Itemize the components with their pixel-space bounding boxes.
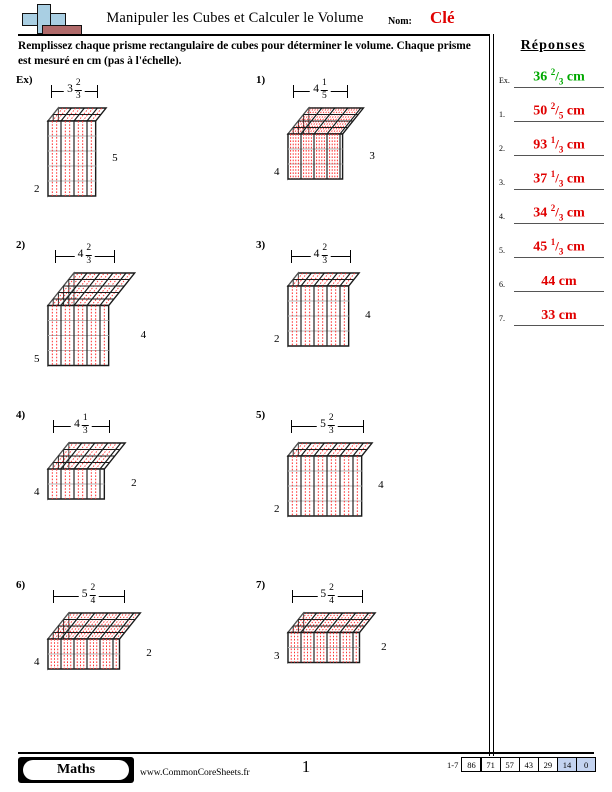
answer-row: 7. 33 cm bbox=[497, 296, 609, 326]
depth-label: 2 bbox=[274, 333, 280, 345]
instructions-text: Remplissez chaque prisme rectangulaire d… bbox=[18, 40, 471, 67]
rectangular-prism bbox=[8, 74, 248, 239]
answer-row: 3. 37 1/3 cm bbox=[497, 160, 609, 190]
answer-row: Ex. 36 2/3 cm bbox=[497, 58, 609, 88]
problem-7: 7) 5 2 4 2 3 bbox=[248, 579, 488, 744]
depth-label: 4 bbox=[274, 166, 280, 178]
problem-1: 1) 4 1 5 3 4 bbox=[248, 74, 488, 239]
answer-row: 2. 93 1/3 cm bbox=[497, 126, 609, 156]
depth-label: 3 bbox=[274, 649, 280, 662]
column-divider-left bbox=[489, 34, 490, 756]
name-label: Nom: bbox=[388, 16, 412, 27]
answer-value: 37 1/3 cm bbox=[533, 168, 585, 188]
answer-value: 36 2/3 cm bbox=[533, 66, 585, 86]
page-header: Manipuler les Cubes et Calculer le Volum… bbox=[0, 0, 612, 36]
answer-value: 34 2/3 cm bbox=[533, 202, 585, 222]
footer-divider-tick bbox=[489, 737, 495, 753]
answer-underline bbox=[514, 155, 604, 156]
answer-underline bbox=[514, 189, 604, 190]
problems-area: Ex) 3 2 3 5 2 1) 4 1 5 3 4 2) 4 2 3 4 5 3) 4 2 3 4 2 4) 4 1 3 2 4 5) 5 2… bbox=[0, 74, 489, 734]
answer-value: 45 1/3 cm bbox=[533, 236, 585, 256]
score-scale: 1-7 86 71 57 43 29 14 0 bbox=[447, 757, 597, 772]
depth-label: 2 bbox=[34, 183, 40, 195]
height-label: 2 bbox=[146, 647, 152, 659]
score-box: 86 bbox=[461, 757, 482, 772]
answer-index: 1. bbox=[499, 110, 505, 119]
prism-drawing bbox=[46, 106, 108, 198]
height-label: 2 bbox=[381, 640, 387, 653]
answer-index: 5. bbox=[499, 246, 505, 255]
prism-drawing bbox=[46, 441, 127, 501]
answer-value: 93 1/3 cm bbox=[533, 134, 585, 154]
header-rule bbox=[18, 34, 490, 36]
answer-underline bbox=[514, 223, 604, 224]
answer-underline bbox=[514, 325, 604, 326]
footer-rule bbox=[18, 752, 594, 754]
score-range: 1-7 bbox=[447, 759, 459, 770]
worksheet-page: Manipuler les Cubes et Calculer le Volum… bbox=[0, 0, 612, 792]
problem-6: 6) 5 2 4 2 4 bbox=[8, 579, 248, 744]
answer-value: 50 2/5 cm bbox=[533, 100, 585, 120]
problem-5: 5) 5 2 3 4 2 bbox=[248, 409, 488, 574]
rectangular-prism bbox=[248, 579, 488, 744]
score-box: 0 bbox=[576, 757, 597, 772]
height-label: 2 bbox=[131, 477, 137, 489]
answer-underline bbox=[514, 87, 604, 88]
height-label: 3 bbox=[369, 149, 375, 162]
answer-row: 1. 50 2/5 cm bbox=[497, 92, 609, 122]
answer-underline bbox=[514, 257, 604, 258]
answer-underline bbox=[514, 121, 604, 122]
problem-2: 2) 4 2 3 4 5 bbox=[8, 239, 248, 404]
rectangular-prism bbox=[8, 409, 248, 574]
answers-column: Réponses Ex. 36 2/3 cm 1. 50 2/5 cm 2. 93 1/3… bbox=[497, 36, 609, 326]
answer-row: 4. 34 2/3 cm bbox=[497, 194, 609, 224]
prism-drawing bbox=[46, 611, 142, 671]
score-box: 29 bbox=[537, 757, 558, 772]
score-box: 57 bbox=[499, 757, 520, 772]
height-label: 4 bbox=[140, 328, 147, 341]
height-label: 5 bbox=[112, 151, 118, 164]
answer-value: 44 cm bbox=[541, 274, 577, 289]
problem-3: 3) 4 2 3 4 2 bbox=[248, 239, 488, 404]
problem-example: Ex) 3 2 3 5 2 bbox=[8, 74, 248, 239]
depth-label: 2 bbox=[274, 503, 280, 515]
depth-label: 4 bbox=[34, 486, 40, 498]
answer-index: 2. bbox=[499, 144, 505, 153]
score-box: 14 bbox=[557, 757, 577, 772]
answers-heading: Réponses bbox=[520, 38, 586, 53]
score-box: 43 bbox=[518, 757, 539, 772]
depth-label: 5 bbox=[34, 352, 40, 365]
answer-index: 7. bbox=[499, 314, 505, 323]
height-label: 4 bbox=[378, 479, 384, 491]
score-box: 71 bbox=[480, 757, 501, 772]
prism-drawing bbox=[286, 106, 365, 181]
rectangular-prism bbox=[8, 239, 248, 404]
depth-label: 4 bbox=[34, 656, 40, 668]
prism-drawing bbox=[286, 611, 377, 665]
answer-index: Ex. bbox=[499, 76, 510, 85]
answer-underline bbox=[514, 291, 604, 292]
answer-row: 6. 44 cm bbox=[497, 262, 609, 292]
prism-drawing bbox=[286, 441, 374, 518]
rectangular-prism bbox=[8, 579, 248, 744]
answer-index: 4. bbox=[499, 212, 505, 221]
name-value: Clé bbox=[430, 8, 455, 27]
answer-value: 33 cm bbox=[541, 308, 577, 323]
answer-index: 3. bbox=[499, 178, 505, 187]
answer-row: 5. 45 1/3 cm bbox=[497, 228, 609, 258]
problem-4: 4) 4 1 3 2 4 bbox=[8, 409, 248, 574]
rectangular-prism bbox=[248, 409, 488, 574]
answer-index: 6. bbox=[499, 280, 505, 289]
height-label: 4 bbox=[365, 309, 371, 321]
rectangular-prism bbox=[248, 74, 488, 239]
column-divider-right bbox=[493, 34, 494, 756]
prism-drawing bbox=[46, 271, 137, 368]
rectangular-prism bbox=[248, 239, 488, 404]
prism-drawing bbox=[286, 271, 361, 348]
